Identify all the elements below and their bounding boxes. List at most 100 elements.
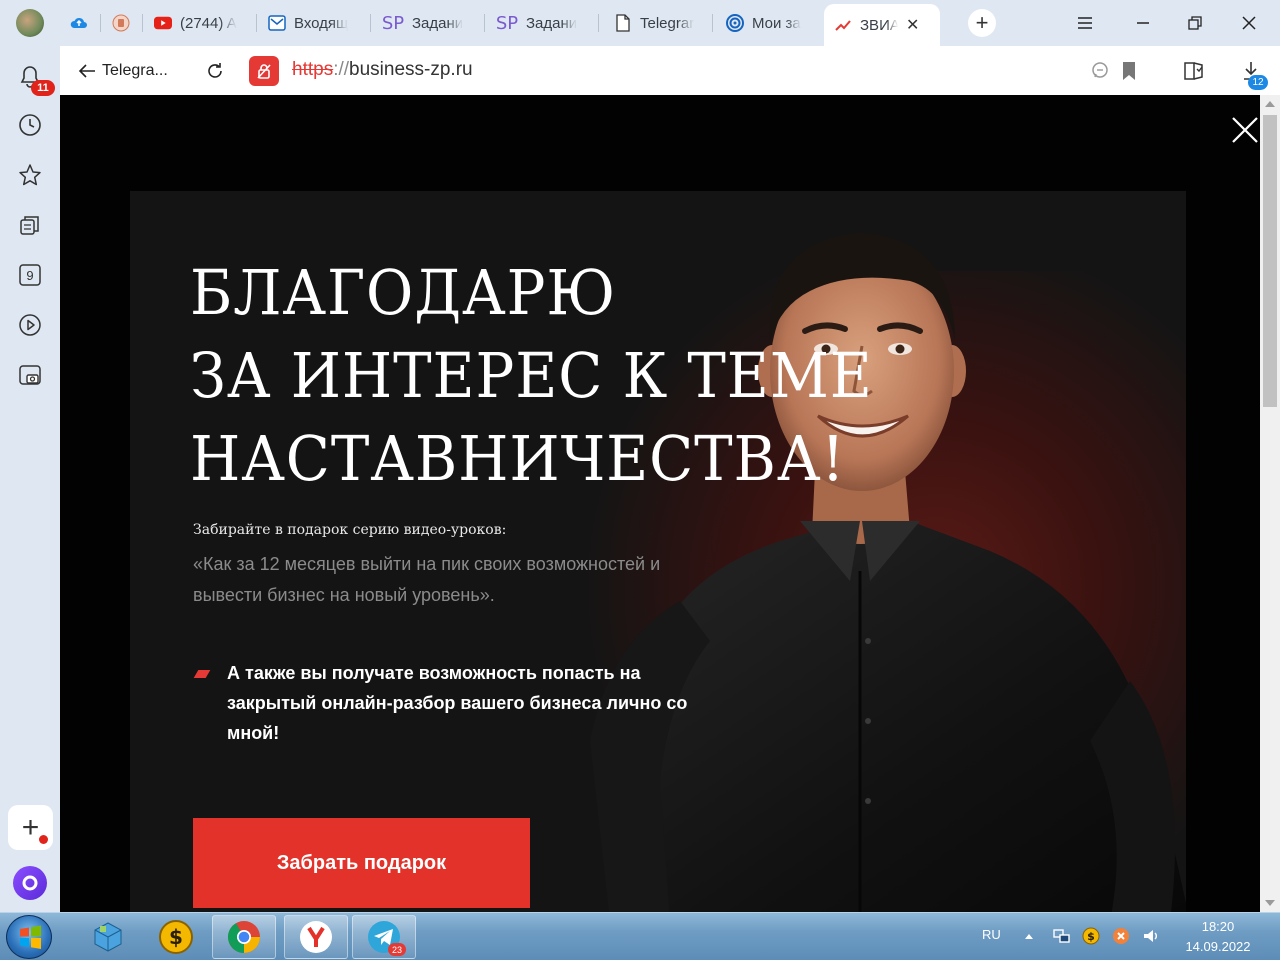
thank-you-popup: БЛАГОДАРЮ ЗА ИНТЕРЕС К ТЕМЕ НАСТАВНИЧЕСТ… — [130, 191, 1186, 912]
protect-button[interactable] — [1181, 58, 1207, 84]
dollar-coin-icon: $ — [159, 920, 193, 954]
scroll-up-arrow[interactable] — [1265, 101, 1275, 107]
document-icon — [614, 14, 632, 32]
reload-button[interactable] — [202, 58, 228, 84]
tabs-count: 9 — [26, 267, 34, 283]
page-scrollbar[interactable] — [1260, 95, 1280, 912]
downloads-badge: 12 — [1248, 75, 1268, 90]
arrow-left-icon — [78, 64, 95, 78]
tab-sp-1[interactable]: SP Задани — [372, 4, 484, 42]
clock-icon — [19, 114, 41, 136]
browser-menu-button[interactable] — [1072, 10, 1098, 36]
target-icon — [726, 14, 744, 32]
taskbar-app-telegram[interactable] — [352, 915, 416, 959]
scroll-thumb[interactable] — [1263, 115, 1277, 407]
restore-button[interactable] — [1182, 10, 1208, 36]
caret-up-icon — [1025, 934, 1033, 939]
bullet-marker — [193, 670, 211, 678]
svg-text:$: $ — [1087, 930, 1095, 943]
tab-label: Telegrar — [640, 14, 695, 32]
tabs-count-button[interactable]: 9 — [15, 260, 45, 290]
clock-time[interactable]: 18:20 — [1160, 919, 1276, 934]
connection-insecure-button[interactable] — [249, 56, 279, 86]
shield-book-icon — [1184, 62, 1203, 80]
app-warning-icon — [1113, 928, 1129, 944]
taskbar-app-money[interactable]: $ — [144, 915, 208, 959]
new-indicator-dot — [39, 835, 48, 844]
chat-bubble-icon — [1092, 62, 1108, 78]
gift-series-title: «Как за 12 месяцев выйти на пик своих во… — [193, 554, 661, 605]
start-button[interactable] — [6, 915, 52, 959]
taskbar-app-chrome[interactable] — [212, 915, 276, 959]
close-window-button[interactable] — [1236, 10, 1262, 36]
tab-label: Задани — [412, 14, 464, 32]
back-button[interactable]: Telegra... — [78, 58, 168, 84]
close-icon — [1242, 16, 1256, 30]
tray-app[interactable] — [1112, 927, 1130, 945]
speaker-icon — [1144, 930, 1157, 942]
app-icon — [112, 14, 130, 32]
tab-targets[interactable]: Мои за — [716, 4, 822, 42]
bonus-text: А также вы получате возможность попасть … — [227, 663, 688, 743]
tab-label: ЗВИА — [860, 16, 898, 34]
windows-taskbar: $ 23 RU $ 18:20 14.09.2022 — [0, 912, 1280, 960]
close-tab-icon[interactable]: ✕ — [906, 15, 919, 35]
show-hidden-icons-button[interactable] — [1020, 927, 1038, 945]
tray-money[interactable]: $ — [1082, 927, 1100, 945]
url-host: business-zp.ru — [349, 59, 473, 80]
video-button[interactable] — [15, 310, 45, 340]
tab-strip: (2744) A Входящ SP Задани SP Задани Tele… — [0, 0, 1280, 46]
chrome-icon — [228, 921, 260, 953]
tab-active[interactable]: ЗВИА ✕ — [824, 4, 940, 46]
notifications-badge: 11 — [31, 80, 55, 96]
tray-volume[interactable] — [1142, 927, 1160, 945]
new-tab-button[interactable]: + — [968, 9, 996, 37]
star-icon — [19, 164, 41, 186]
tab-mail[interactable]: Входящ — [258, 4, 370, 42]
close-popup-icon[interactable] — [1230, 115, 1260, 145]
collections-button[interactable] — [15, 210, 45, 240]
network-icon — [1053, 929, 1070, 943]
alice-assistant-button[interactable] — [13, 866, 47, 900]
profile-avatar[interactable] — [16, 9, 44, 37]
sp-icon: SP — [495, 12, 519, 34]
plus-icon: + — [975, 10, 989, 35]
screenshot-button[interactable] — [15, 360, 45, 390]
svg-text:$: $ — [169, 925, 183, 949]
browser-sidebar: 11 9 + — [0, 46, 60, 912]
sp-icon: SP — [381, 12, 405, 34]
add-panel-button[interactable]: + — [8, 805, 53, 850]
restore-icon — [1188, 16, 1202, 30]
hamburger-icon — [1078, 17, 1092, 29]
windows-logo-icon — [20, 925, 41, 949]
language-indicator[interactable]: RU — [982, 927, 1001, 942]
reviews-button[interactable] — [1087, 58, 1113, 84]
taskbar-app-network[interactable] — [76, 915, 140, 959]
tab-youtube[interactable]: (2744) A — [144, 4, 256, 42]
bookmark-page-button[interactable] — [1116, 58, 1142, 84]
bookmark-icon — [1123, 62, 1135, 80]
claim-gift-button[interactable]: Забрать подарок — [193, 818, 530, 908]
address-bar: Telegra... https://business-zp.ru 12 — [60, 46, 1280, 95]
tab-label: (2744) A — [180, 14, 237, 32]
headline-line: ЗА ИНТЕРЕС К ТЕМЕ — [190, 339, 873, 412]
tab-app[interactable] — [102, 4, 142, 42]
history-button[interactable] — [15, 110, 45, 140]
network-cube-icon — [94, 922, 122, 952]
url-separator: :// — [333, 59, 350, 80]
scroll-down-arrow[interactable] — [1265, 900, 1275, 906]
tab-telegram[interactable]: Telegrar — [604, 4, 712, 42]
clock-date[interactable]: 14.09.2022 — [1160, 939, 1276, 954]
bookmarks-button[interactable] — [15, 160, 45, 190]
play-icon — [19, 314, 41, 336]
collections-icon — [20, 216, 39, 235]
headline-line: НАСТАВНИЧЕСТВА! — [190, 422, 846, 495]
tab-cloud[interactable] — [60, 4, 100, 42]
taskbar-app-yandex[interactable] — [284, 915, 348, 959]
minimize-icon — [1137, 22, 1149, 24]
gift-intro-text: Забирайте в подарок серию видео-уроков: — [193, 522, 507, 538]
tab-sp-2[interactable]: SP Задани — [486, 4, 598, 42]
tray-network[interactable] — [1052, 927, 1070, 945]
minimize-button[interactable] — [1130, 10, 1156, 36]
url-field[interactable]: https://business-zp.ru — [292, 59, 473, 81]
